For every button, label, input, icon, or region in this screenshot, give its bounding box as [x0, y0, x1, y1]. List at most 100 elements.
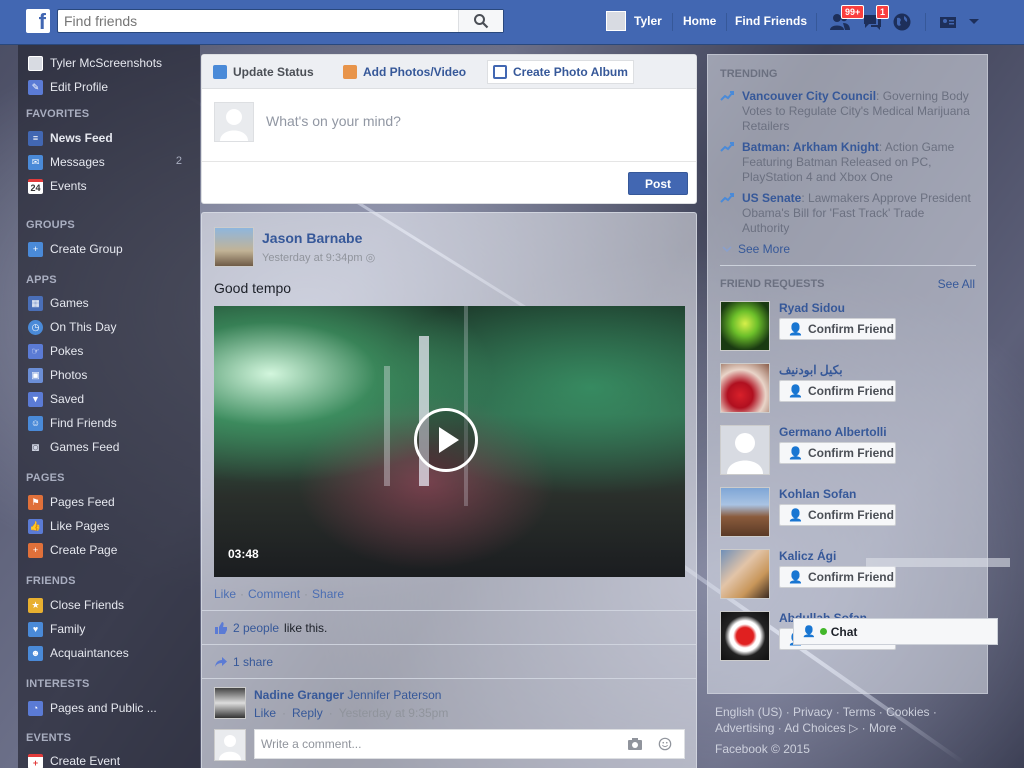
tab-add-photos[interactable]: Add Photos/Video: [338, 60, 471, 84]
requester-name[interactable]: Kohlan Sofan: [779, 487, 856, 501]
comment-like-link[interactable]: Like: [254, 706, 276, 720]
requester-name[interactable]: Germano Albertolli: [779, 425, 887, 439]
sidebar-item-on-this-day[interactable]: ◷ On This Day: [28, 318, 116, 336]
notifications-button[interactable]: [890, 10, 914, 34]
sidebar-item-edit-profile[interactable]: ✎ Edit Profile: [28, 78, 108, 96]
sidebar-item-news-feed[interactable]: ≡ News Feed: [28, 129, 113, 147]
add-friend-icon: 👤: [788, 570, 803, 584]
avatar[interactable]: [720, 301, 770, 351]
sidebar-item-pages-and-public[interactable]: ◔ Pages and Public ...: [28, 699, 157, 717]
post-button[interactable]: Post: [628, 172, 688, 195]
search-button[interactable]: [458, 10, 503, 32]
see-all-link[interactable]: See All: [938, 277, 975, 291]
confirm-label: Confirm Friend: [807, 508, 894, 522]
sidebar-item-label: Messages: [50, 155, 105, 169]
comment-input[interactable]: Write a comment...: [254, 729, 685, 759]
footer-links[interactable]: English (US) · Privacy · Terms · Cookies…: [715, 705, 937, 719]
event-add-icon: +: [28, 753, 43, 768]
scrollbar-track[interactable]: [866, 558, 1010, 567]
privacy-shortcuts-button[interactable]: [936, 10, 960, 34]
sidebar-item-games-feed[interactable]: ◙ Games Feed: [28, 438, 120, 456]
sidebar-item-label: Games: [50, 296, 89, 310]
facebook-logo-icon[interactable]: f: [26, 9, 50, 33]
comment-author[interactable]: Nadine Granger: [254, 688, 344, 702]
friend-requests-button[interactable]: 99+: [828, 5, 865, 34]
story-timestamp[interactable]: Yesterday at 9:34pm ◎: [262, 251, 375, 264]
confirm-label: Confirm Friend: [807, 570, 894, 584]
tab-update-status[interactable]: Update Status: [208, 60, 319, 84]
globe-icon: ◎: [365, 252, 376, 264]
confirm-friend-button[interactable]: 👤 Confirm Friend: [779, 380, 896, 402]
avatar[interactable]: [720, 363, 770, 413]
friend-request-item: Kohlan Sofan 👤 Confirm Friend: [720, 487, 980, 539]
emoji-icon[interactable]: [657, 737, 673, 751]
home-link[interactable]: Home: [683, 14, 716, 28]
search-box: [57, 9, 504, 33]
confirm-friend-button[interactable]: 👤 Confirm Friend: [779, 442, 896, 464]
trending-item[interactable]: US Senate: Lawmakers Approve President O…: [720, 191, 972, 236]
shares-summary[interactable]: 1 share: [214, 655, 273, 669]
comment-reply-link[interactable]: Reply: [292, 706, 323, 720]
find-friends-link[interactable]: Find Friends: [735, 14, 807, 28]
sidebar-item-profile[interactable]: Tyler McScreenshots: [28, 54, 162, 72]
requester-name[interactable]: Kalicz Ági: [779, 549, 836, 563]
sidebar-item-acquaintances[interactable]: ☻ Acquaintances: [28, 644, 129, 662]
globe-icon: [893, 13, 911, 31]
avatar[interactable]: [720, 549, 770, 599]
tab-create-album[interactable]: Create Photo Album: [487, 60, 634, 84]
avatar[interactable]: [720, 425, 770, 475]
video-player[interactable]: 03:48: [214, 306, 685, 577]
requester-name[interactable]: بكيل ابودنيف: [779, 363, 843, 377]
comment-mention[interactable]: Jennifer Paterson: [347, 688, 441, 702]
sidebar-item-saved[interactable]: ▼ Saved: [28, 390, 84, 408]
footer-links[interactable]: Advertising · Ad Choices ▷ · More ·: [715, 721, 904, 735]
page-add-icon: +: [28, 542, 43, 558]
play-button[interactable]: [414, 408, 478, 472]
sidebar-item-family[interactable]: ♥ Family: [28, 620, 85, 638]
trending-item[interactable]: Vancouver City Council: Governing Body V…: [720, 89, 972, 134]
avatar[interactable]: [214, 687, 246, 719]
sidebar-item-messages[interactable]: ✉ Messages: [28, 153, 105, 171]
likes-suffix: like this.: [284, 621, 328, 635]
profile-link[interactable]: Tyler: [606, 10, 662, 32]
confirm-label: Confirm Friend: [807, 322, 894, 336]
sidebar-item-pokes[interactable]: ☞ Pokes: [28, 342, 83, 360]
comment-time[interactable]: Yesterday at 9:35pm: [339, 706, 449, 720]
requester-name[interactable]: Ryad Sidou: [779, 301, 845, 315]
confirm-friend-button[interactable]: 👤 Confirm Friend: [779, 566, 896, 588]
account-menu-button[interactable]: [962, 10, 986, 34]
see-more-trending[interactable]: See More: [722, 242, 790, 256]
comment-link[interactable]: Comment: [248, 587, 300, 601]
trending-item[interactable]: Batman: Arkham Knight: Action Game Featu…: [720, 140, 972, 185]
sidebar-item-create-event[interactable]: + Create Event: [28, 752, 120, 768]
avatar[interactable]: [720, 611, 770, 661]
sidebar-item-create-page[interactable]: + Create Page: [28, 541, 117, 559]
search-input[interactable]: [58, 10, 458, 32]
chat-sidebar-toggle[interactable]: 👤 Chat: [793, 618, 998, 645]
like-link[interactable]: Like: [214, 587, 236, 601]
avatar[interactable]: [214, 227, 254, 267]
divider: [816, 13, 817, 31]
sidebar-item-games[interactable]: ▦ Games: [28, 294, 89, 312]
messages-button[interactable]: 1: [860, 5, 890, 34]
sidebar-item-photos[interactable]: ▣ Photos: [28, 366, 87, 384]
trending-title: Batman: Arkham Knight: [742, 140, 879, 154]
story-author[interactable]: Jason Barnabe: [262, 230, 362, 246]
messages-count: 2: [175, 155, 182, 167]
confirm-friend-button[interactable]: 👤 Confirm Friend: [779, 504, 896, 526]
events-heading: EVENTS: [26, 732, 72, 744]
status-input[interactable]: What's on your mind?: [266, 113, 401, 129]
camera-icon[interactable]: [627, 737, 643, 751]
sidebar-item-find-friends[interactable]: ☺ Find Friends: [28, 414, 117, 432]
share-link[interactable]: Share: [312, 587, 344, 601]
likes-people-link[interactable]: 2 people: [233, 621, 279, 635]
avatar[interactable]: [720, 487, 770, 537]
sidebar-item-close-friends[interactable]: ★ Close Friends: [28, 596, 124, 614]
sidebar-item-events[interactable]: 24 Events: [28, 177, 87, 195]
confirm-friend-button[interactable]: 👤 Confirm Friend: [779, 318, 896, 340]
sidebar-item-create-group[interactable]: + Create Group: [28, 240, 123, 258]
sidebar-item-like-pages[interactable]: 👍 Like Pages: [28, 517, 109, 535]
sidebar-item-pages-feed[interactable]: ⚑ Pages Feed: [28, 493, 115, 511]
groups-heading: GROUPS: [26, 219, 75, 231]
sidebar-item-label: Acquaintances: [50, 646, 129, 660]
